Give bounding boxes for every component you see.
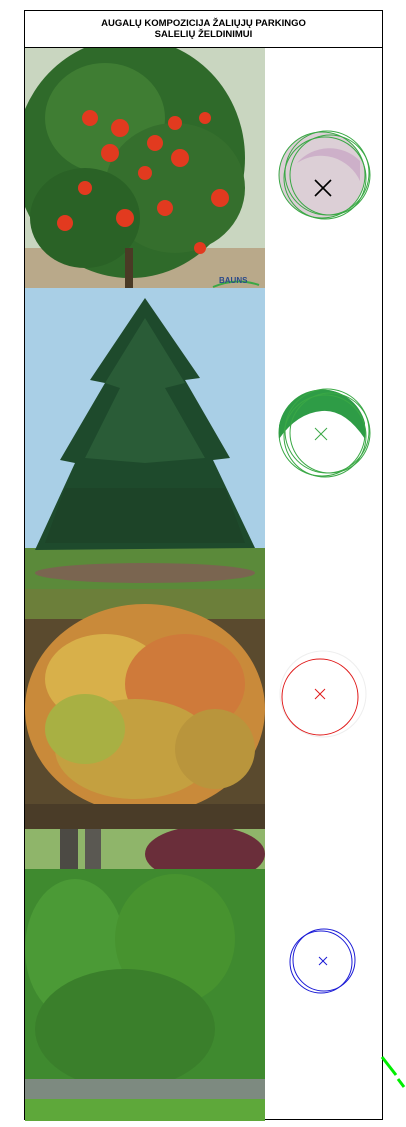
green-dimension-mark bbox=[380, 1056, 406, 1088]
title-line-2: SALELIŲ ŽELDINIMUI bbox=[154, 29, 253, 40]
symbol-fill-circle bbox=[278, 131, 366, 219]
plant-photo-rowan bbox=[25, 48, 265, 288]
plant-photo-pine bbox=[25, 288, 265, 589]
drawing-sheet: AUGALŲ KOMPOZICIJA ŽALIŲJŲ PARKINGO SALE… bbox=[24, 10, 383, 1121]
plant-symbol-spirea bbox=[279, 650, 367, 738]
brand-text: BAUNS bbox=[219, 276, 248, 285]
plant-photo-spirea bbox=[25, 589, 265, 829]
plant-photo-hedge bbox=[25, 829, 265, 1121]
plant-symbol-hedge bbox=[289, 928, 356, 994]
title-line-1: AUGALŲ KOMPOZICIJA ŽALIŲJŲ PARKINGO bbox=[101, 18, 306, 29]
plant-symbol-rowan bbox=[278, 130, 371, 220]
plant-symbol-pine bbox=[278, 388, 371, 478]
title-box: AUGALŲ KOMPOZICIJA ŽALIŲJŲ PARKINGO SALE… bbox=[25, 11, 382, 48]
